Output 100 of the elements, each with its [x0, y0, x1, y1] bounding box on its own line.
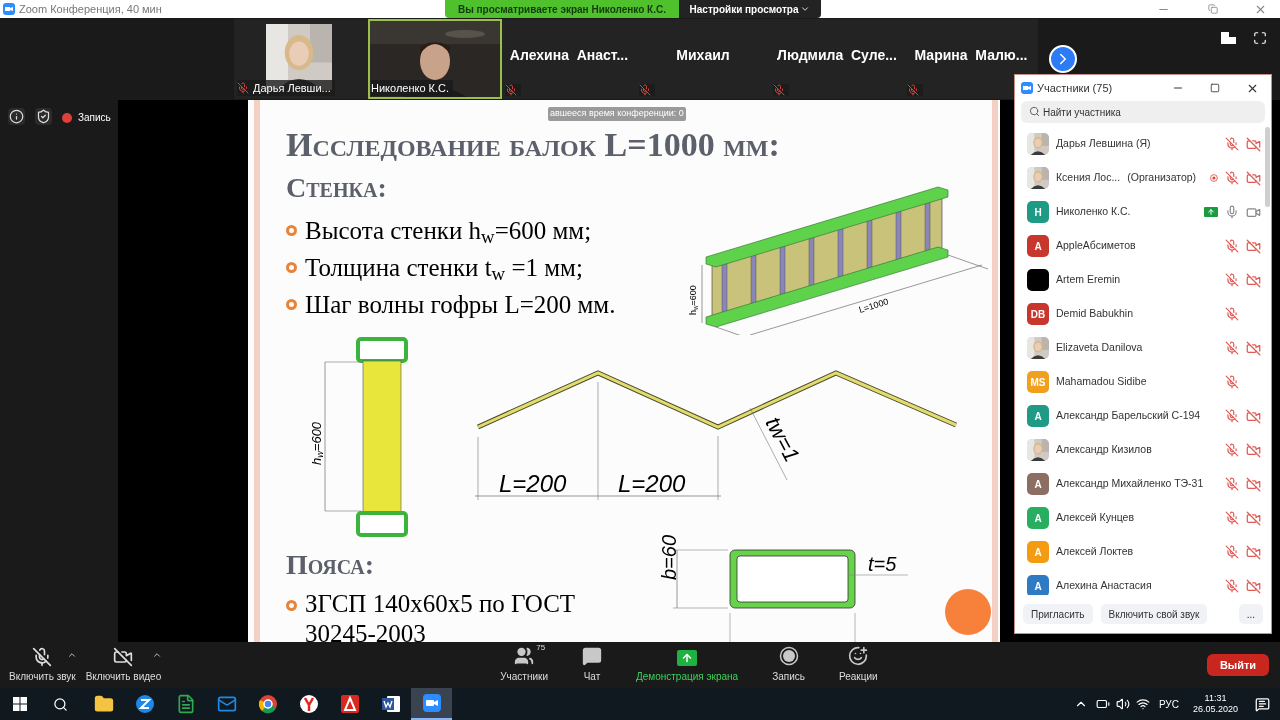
- next-page-icon[interactable]: [1049, 45, 1077, 73]
- word-icon[interactable]: [380, 694, 401, 714]
- participant-row[interactable]: A AppleАбсиметов: [1015, 229, 1265, 263]
- notifications-icon[interactable]: [1255, 696, 1270, 712]
- video-tile[interactable]: Алехина Анаст...: [502, 19, 636, 99]
- mail-icon[interactable]: [216, 694, 237, 714]
- avatar: A: [1027, 473, 1049, 495]
- bullet-text: Толщина стенки t$_{w}$ =1 мм;: [305, 252, 583, 287]
- scrollbar[interactable]: [1265, 127, 1270, 207]
- start-icon[interactable]: [13, 697, 27, 711]
- dimension-label: L=200: [499, 470, 567, 497]
- participant-name: Александр Михайленко ТЭ-31: [1056, 476, 1204, 492]
- avatar: A: [1027, 507, 1049, 529]
- participant-name: Artem Eremin: [1056, 272, 1121, 288]
- participant-name: Дарья Левшина (Я): [1056, 136, 1151, 152]
- maximize-icon[interactable]: [1210, 83, 1220, 93]
- participant-name: AppleАбсиметов: [1056, 238, 1136, 254]
- participant-name: Марина Малю...: [914, 45, 1028, 65]
- view-options-button[interactable]: Настройки просмотра: [679, 0, 821, 18]
- search-field[interactable]: Найти участника: [1021, 101, 1265, 123]
- bullet-icon: [286, 225, 297, 236]
- reactions-icon: [848, 646, 869, 666]
- video-app-icon[interactable]: [421, 693, 442, 713]
- participant-row[interactable]: Дарья Левшина (Я): [1015, 127, 1265, 161]
- participant-row[interactable]: Александр Кизилов: [1015, 433, 1265, 467]
- language-indicator[interactable]: РУС: [1158, 696, 1179, 712]
- record-icon: [778, 646, 799, 666]
- panel-button[interactable]: ...: [1238, 604, 1263, 624]
- toolbar-button[interactable]: Чат: [570, 646, 614, 684]
- folder-icon[interactable]: [93, 694, 114, 714]
- app-icon[interactable]: [339, 694, 360, 714]
- participant-name: Алехина Анастасия: [1056, 578, 1152, 594]
- window-title: Zoom Конференция, 40 мин: [19, 1, 162, 17]
- participant-row[interactable]: Ксения Лос... (Организатор): [1015, 161, 1265, 195]
- clock-date: 26.05.2020: [1192, 704, 1238, 715]
- participant-row[interactable]: Н Николенко К.С.: [1015, 195, 1265, 229]
- avatar: A: [1027, 235, 1049, 257]
- browser-icon[interactable]: [257, 694, 278, 714]
- participant-name: Алексей Локтев: [1056, 544, 1134, 560]
- video-tile[interactable]: Николенко К.С.: [368, 19, 502, 99]
- participant-name: Александр Барельский С-194: [1056, 408, 1201, 424]
- role-label: (Организатор): [1127, 170, 1197, 186]
- muted-mic-icon: [32, 646, 53, 667]
- participant-row[interactable]: Elizaveta Danilova: [1015, 331, 1265, 365]
- participant-row[interactable]: A Алексей Локтев: [1015, 535, 1265, 569]
- video-tile[interactable]: Марина Малю...: [904, 19, 1038, 99]
- participant-name: Михаил: [676, 45, 730, 65]
- toolbar-button[interactable]: Запись: [760, 646, 817, 684]
- participant-row[interactable]: A Александр Михайленко ТЭ-31: [1015, 467, 1265, 501]
- recording-label: Запись: [78, 111, 111, 125]
- bullet-icon: [286, 600, 297, 611]
- dimension-label: t=5: [868, 553, 897, 575]
- participant-name: Алексей Кунцев: [1056, 510, 1135, 526]
- participant-row[interactable]: Artem Eremin: [1015, 263, 1265, 297]
- participants-icon: [514, 646, 535, 666]
- app-logo-icon: [1021, 82, 1033, 94]
- participant-name: Дарья Левши...: [253, 80, 331, 96]
- battery-icon[interactable]: [1095, 697, 1110, 711]
- dimension-label: b=60: [658, 534, 680, 580]
- app-icon[interactable]: [134, 694, 155, 714]
- search-icon[interactable]: [53, 696, 68, 712]
- leave-button[interactable]: Выйти: [1207, 654, 1269, 676]
- avatar: Н: [1027, 201, 1049, 223]
- time-tooltip: авшееся время конференции: 0: [548, 107, 686, 121]
- clock-time: 11:31: [1204, 693, 1227, 704]
- avatar: A: [1027, 575, 1049, 595]
- slide-heading: Исследование балок L=1000 мм:: [286, 125, 780, 165]
- participant-name: Николенко К.С.: [371, 80, 450, 96]
- bullet-icon: [286, 299, 297, 310]
- participant-name: Mahamadou Sidibe: [1056, 374, 1147, 390]
- restore-icon[interactable]: [1208, 4, 1218, 14]
- panel-button[interactable]: Пригласить: [1023, 604, 1093, 624]
- unmute-button[interactable]: Включить звук: [8, 646, 77, 684]
- fullscreen-icon[interactable]: [1253, 31, 1267, 45]
- toolbar-button[interactable]: Реакции: [827, 646, 890, 684]
- avatar: DB: [1027, 303, 1049, 325]
- wifi-icon[interactable]: [1135, 697, 1150, 711]
- layout-icon[interactable]: [1221, 32, 1236, 44]
- video-tile[interactable]: Дарья Левши...: [234, 19, 368, 99]
- participant-row[interactable]: A Александр Барельский С-194: [1015, 399, 1265, 433]
- participant-row[interactable]: DB Demid Babukhin: [1015, 297, 1265, 331]
- video-tile[interactable]: Людмила Суле...: [770, 19, 904, 99]
- app-logo-icon: [3, 3, 15, 15]
- info-icon[interactable]: [8, 108, 25, 125]
- participant-name: Ксения Лос...: [1056, 170, 1121, 186]
- volume-icon[interactable]: [1115, 697, 1130, 711]
- avatar: A: [1027, 541, 1049, 563]
- start-video-button[interactable]: Включить видео: [84, 646, 163, 684]
- participant-row[interactable]: A Алехина Анастасия: [1015, 569, 1265, 595]
- toolbar-button[interactable]: Демонстрация экрана: [624, 650, 751, 684]
- browser-icon[interactable]: [298, 694, 319, 714]
- clock[interactable]: 11:31 26.05.2020: [1192, 693, 1238, 715]
- participant-row[interactable]: MS Mahamadou Sidibe: [1015, 365, 1265, 399]
- bullet-text: ЗГСП 140х60х5 по ГОСТ 30245-2003: [305, 589, 577, 642]
- shield-icon[interactable]: [35, 108, 52, 125]
- panel-button[interactable]: Включить свой звук: [1100, 604, 1208, 624]
- participant-row[interactable]: A Алексей Кунцев: [1015, 501, 1265, 535]
- video-tile[interactable]: Михаил: [636, 19, 770, 99]
- dimension-label: L=200: [618, 470, 686, 497]
- chat-icon: [582, 646, 602, 666]
